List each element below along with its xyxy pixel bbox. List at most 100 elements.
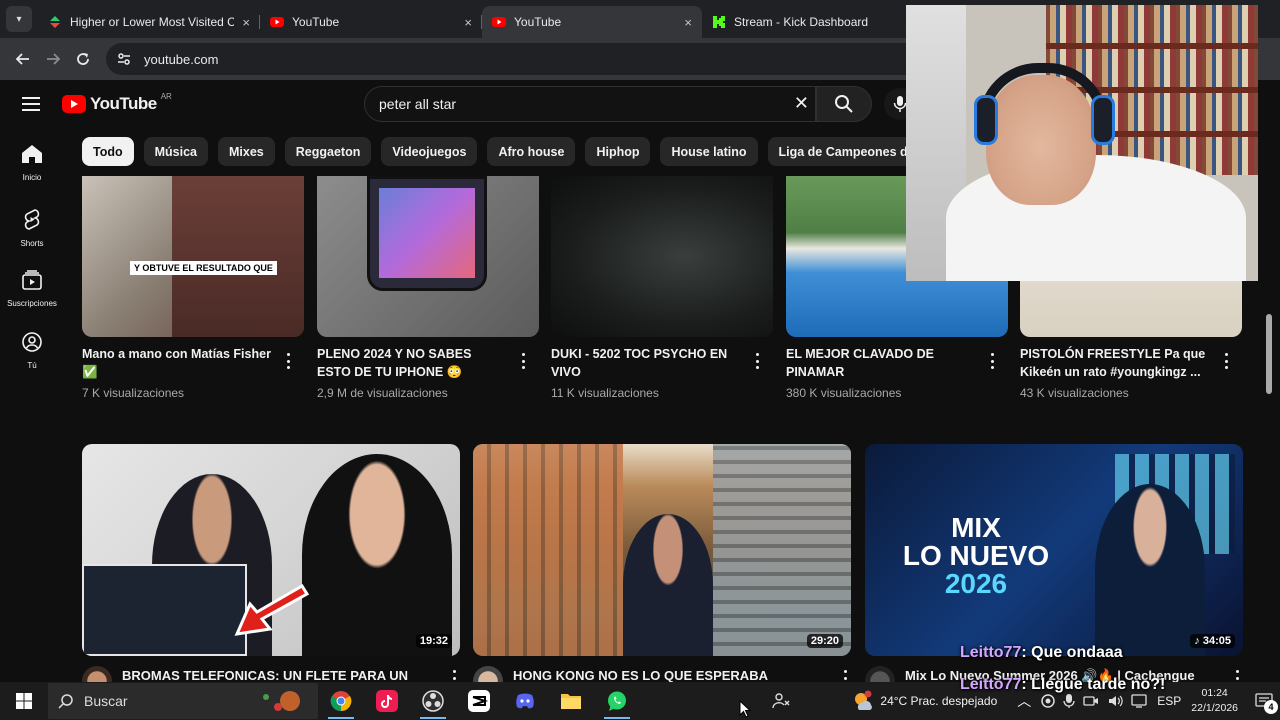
more-options-icon[interactable] xyxy=(286,353,290,369)
close-tab-icon[interactable]: × xyxy=(684,15,692,30)
chip-mixes[interactable]: Mixes xyxy=(218,137,275,166)
video-thumbnail[interactable]: 29:20 xyxy=(473,444,851,656)
video-card[interactable]: 29:20 HONG KONG NO ES LO QUE ESPERABA xyxy=(473,444,851,696)
video-views: 2,9 M de visualizaciones xyxy=(317,386,448,400)
video-title[interactable]: PLENO 2024 Y NO SABES ESTO DE TU IPHONE … xyxy=(317,345,507,381)
taskbar-search[interactable]: Buscar xyxy=(48,683,318,719)
chip-hiphop[interactable]: Hiphop xyxy=(585,137,651,166)
folder-icon xyxy=(561,694,581,709)
sidebar-item-suscripciones[interactable]: Suscripciones xyxy=(0,270,64,308)
weather-text[interactable]: 24°C Prac. despejado xyxy=(880,694,997,708)
chat-username: Leitto77 xyxy=(960,644,1022,661)
video-thumbnail[interactable] xyxy=(317,176,539,337)
taskbar-tiktok[interactable] xyxy=(364,682,410,720)
chevron-up-icon[interactable]: ︿ xyxy=(1017,691,1031,711)
volume-icon[interactable] xyxy=(1107,693,1123,709)
more-options-icon[interactable] xyxy=(1224,353,1228,369)
you-icon xyxy=(22,332,42,352)
video-card[interactable]: 19:32 BROMAS TELEFONICAS: UN FLETE PARA … xyxy=(82,444,460,696)
sidebar-item-label: Suscripciones xyxy=(7,299,57,308)
microphone-icon[interactable] xyxy=(1063,693,1075,709)
taskbar-whatsapp[interactable] xyxy=(594,682,640,720)
camera-tray-icon[interactable] xyxy=(1083,693,1099,709)
video-thumbnail[interactable] xyxy=(551,176,773,337)
video-thumbnail[interactable]: Y OBTUVE EL RESULTADO QUE xyxy=(82,176,304,337)
tab-youtube-active[interactable]: YouTube × xyxy=(482,6,702,38)
microphone-icon xyxy=(893,96,907,112)
video-card[interactable]: DUKI - 5202 TOC PSYCHO EN VIVO 11 K visu… xyxy=(551,176,773,400)
youtube-favicon xyxy=(270,17,284,27)
taskbar-capcut[interactable] xyxy=(456,682,502,720)
clock-time: 01:24 xyxy=(1201,687,1228,699)
video-title[interactable]: HONG KONG NO ES LO QUE ESPERABA xyxy=(513,668,833,683)
notification-center[interactable]: 4 xyxy=(1248,682,1280,720)
webcam-overlay xyxy=(906,5,1258,281)
search-icon xyxy=(58,694,73,709)
video-card[interactable]: Y OBTUVE EL RESULTADO QUE Mano a mano co… xyxy=(82,176,304,400)
network-icon[interactable] xyxy=(1131,693,1147,709)
more-options-icon[interactable] xyxy=(755,353,759,369)
site-settings-icon[interactable] xyxy=(116,51,132,67)
video-title[interactable]: BROMAS TELEFONICAS: UN FLETE PARA UN xyxy=(122,668,442,683)
whatsapp-icon xyxy=(608,691,626,711)
video-title[interactable]: EL MEJOR CLAVADO DE PINAMAR xyxy=(786,345,976,381)
chip-musica[interactable]: Música xyxy=(143,137,209,166)
sidebar-item-shorts[interactable]: Shorts xyxy=(0,208,64,248)
sidebar-item-label: Shorts xyxy=(20,239,44,248)
video-thumbnail[interactable]: 19:32 xyxy=(82,444,460,656)
video-title[interactable]: Mano a mano con Matías Fisher ✅ xyxy=(82,345,272,381)
video-thumbnail[interactable]: MIX LO NUEVO 2026 ♪ 34:05 xyxy=(865,444,1243,656)
notification-badge: 4 xyxy=(1264,700,1278,714)
clear-search-icon[interactable]: ✕ xyxy=(794,93,809,114)
tab-search-chevron-icon[interactable]: ▾ xyxy=(6,6,32,32)
obs-tray-icon[interactable] xyxy=(1041,694,1056,708)
forward-arrow-icon[interactable] xyxy=(38,44,68,74)
more-options-icon[interactable] xyxy=(521,353,525,369)
filter-chips: Todo Música Mixes Reggaeton Videojuegos … xyxy=(82,137,977,167)
taskbar-obs[interactable] xyxy=(410,682,456,720)
video-card[interactable]: PLENO 2024 Y NO SABES ESTO DE TU IPHONE … xyxy=(317,176,539,400)
language-indicator[interactable]: ESP xyxy=(1157,694,1181,708)
chip-todo[interactable]: Todo xyxy=(82,137,134,166)
video-title[interactable]: PISTOLÓN FREESTYLE Pa que Kikeén un rato… xyxy=(1020,345,1210,381)
chip-reggaeton[interactable]: Reggaeton xyxy=(284,137,372,166)
video-title[interactable]: DUKI - 5202 TOC PSYCHO EN VIVO xyxy=(551,345,741,381)
windows-logo-icon xyxy=(16,693,32,709)
weather-icon[interactable] xyxy=(852,690,874,712)
video-card[interactable]: MIX LO NUEVO 2026 ♪ 34:05 Mix Lo Nuevo S… xyxy=(865,444,1243,696)
page-scrollbar[interactable] xyxy=(1266,314,1272,394)
taskbar-clock[interactable]: 01:24 22/1/2026 xyxy=(1191,686,1238,716)
taskbar-file-explorer[interactable] xyxy=(548,682,594,720)
taskbar-discord[interactable] xyxy=(502,682,548,720)
home-icon xyxy=(22,145,42,163)
menu-icon[interactable] xyxy=(22,97,40,111)
reload-icon[interactable] xyxy=(68,44,98,74)
tab-title: Higher or Lower Most Visited C xyxy=(70,15,235,29)
discord-icon xyxy=(516,693,534,709)
video-duration: 29:20 xyxy=(806,634,843,648)
tab-kick-dashboard[interactable]: Stream - Kick Dashboard xyxy=(702,6,902,38)
search-input[interactable]: peter all star ✕ xyxy=(364,86,816,122)
tab-title: Stream - Kick Dashboard xyxy=(734,15,869,29)
tab-title: YouTube xyxy=(292,15,340,29)
thumbnail-caption: Y OBTUVE EL RESULTADO QUE xyxy=(130,261,277,275)
taskbar-chrome[interactable] xyxy=(318,682,364,720)
close-tab-icon[interactable]: × xyxy=(464,15,472,30)
chip-videojuegos[interactable]: Videojuegos xyxy=(381,137,478,166)
youtube-favicon xyxy=(492,17,506,27)
tab-youtube-1[interactable]: YouTube × xyxy=(260,6,482,38)
sidebar-item-inicio[interactable]: Inicio xyxy=(0,144,64,182)
youtube-logo[interactable]: YouTube AR xyxy=(62,92,172,114)
chip-house-latino[interactable]: House latino xyxy=(660,137,758,166)
back-arrow-icon[interactable] xyxy=(8,44,38,74)
chip-afro-house[interactable]: Afro house xyxy=(487,137,576,166)
people-icon[interactable] xyxy=(772,692,790,715)
more-options-icon[interactable] xyxy=(990,353,994,369)
sidebar-item-tu[interactable]: Tú xyxy=(0,332,64,370)
sidebar-item-label: Tú xyxy=(27,361,37,370)
video-duration: ♪ 34:05 xyxy=(1190,634,1235,648)
tab-higher-lower[interactable]: Higher or Lower Most Visited C × xyxy=(38,6,260,38)
search-button[interactable] xyxy=(816,86,872,122)
windows-start-button[interactable] xyxy=(0,682,48,720)
close-tab-icon[interactable]: × xyxy=(242,15,250,30)
